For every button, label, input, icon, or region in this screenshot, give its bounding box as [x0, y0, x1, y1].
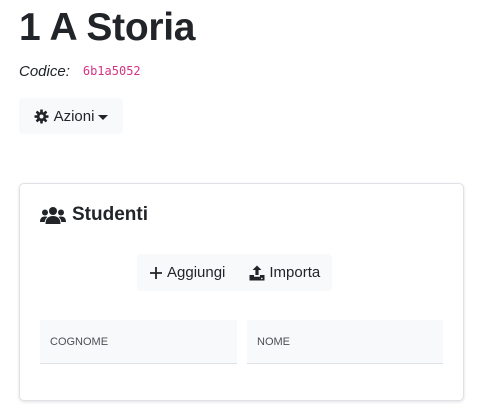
students-card-title: Studenti	[40, 204, 148, 226]
import-students-label: Importa	[269, 264, 321, 281]
column-header-nome[interactable]: NOME	[247, 320, 443, 364]
page-title: 1 A Storia	[19, 6, 196, 49]
page: 1 A Storia Codice: 6b1a5052 Azioni Stude…	[0, 0, 484, 417]
add-student-label: Aggiungi	[167, 264, 226, 281]
import-students-button[interactable]: Importa	[237, 254, 332, 291]
students-card: Studenti Aggiungi Importa COGNOME NOME	[19, 183, 464, 401]
students-button-group: Aggiungi Importa	[137, 254, 333, 291]
add-student-button[interactable]: Aggiungi	[137, 254, 237, 291]
students-title-label: Studenti	[72, 204, 148, 225]
code-label: Codice:	[19, 62, 70, 80]
upload-icon	[249, 265, 265, 281]
plus-icon	[149, 266, 163, 280]
users-icon	[40, 206, 66, 224]
column-header-cognome[interactable]: COGNOME	[40, 320, 237, 364]
code-row: Codice: 6b1a5052	[19, 61, 141, 81]
code-value: 6b1a5052	[82, 64, 141, 78]
actions-label: Azioni	[53, 107, 95, 125]
gear-icon	[34, 108, 49, 124]
actions-dropdown-button[interactable]: Azioni	[19, 98, 123, 134]
caret-down-icon	[98, 114, 109, 120]
